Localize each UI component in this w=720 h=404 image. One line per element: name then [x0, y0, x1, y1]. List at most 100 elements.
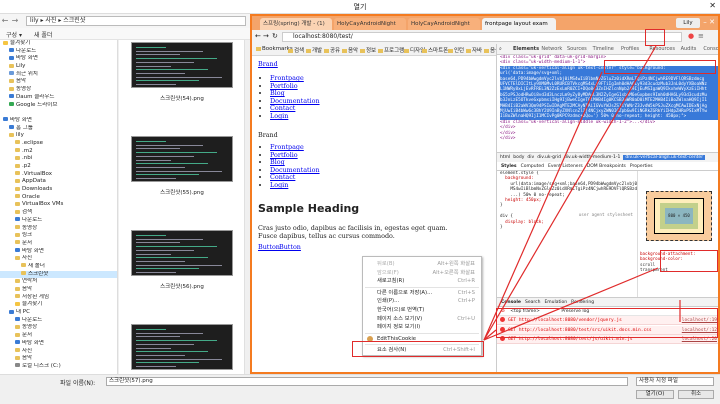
button-link-1[interactable]: Button	[258, 243, 280, 252]
breadcrumb-item[interactable]: div.uk-vertical-align.uk-text-center	[623, 155, 706, 160]
tree-item[interactable]: 바탕 화면	[0, 340, 117, 348]
devtools-tab-timeline[interactable]: Timeline	[593, 46, 614, 52]
tree-item[interactable]: 연락처	[0, 278, 117, 286]
back-arrow-icon[interactable]: ←	[0, 14, 10, 28]
styles-subtab[interactable]: Properties	[630, 164, 653, 169]
menu-item[interactable]: 인쇄(P)... Ctrl+P	[377, 297, 479, 305]
devtools-tab-resources[interactable]: Resources	[649, 46, 675, 52]
drawer-tab[interactable]: Emulation	[544, 300, 567, 305]
forward-icon[interactable]: →	[263, 32, 269, 40]
tree-item[interactable]: 스크린샷	[0, 270, 117, 279]
tree-item[interactable]: .VirtualBox	[0, 171, 117, 179]
tree-item[interactable]: 음악	[0, 78, 117, 86]
inspect-icon[interactable]: ⌕	[499, 46, 502, 52]
browser-tab[interactable]: HolyCayAndroidNight	[334, 18, 406, 30]
nav-link-login[interactable]: Login	[270, 112, 288, 120]
bookmark-item[interactable]: 인턴	[448, 46, 464, 54]
forward-arrow-icon[interactable]: →	[10, 14, 20, 28]
file-name[interactable]: 스크린샷(54).png	[131, 94, 233, 102]
tree-item[interactable]: 로컬 디스크 (C:)	[0, 363, 117, 371]
tree-item[interactable]: .nbi	[0, 155, 117, 163]
tree-item[interactable]: 문서	[0, 332, 117, 340]
tree-item[interactable]: VirtualBox VMs	[0, 201, 117, 209]
bookmark-item[interactable]: 개발	[306, 46, 322, 54]
tree-item[interactable]: 사진	[0, 348, 117, 356]
close-icon[interactable]: ✕	[709, 1, 716, 10]
open-button[interactable]: 열기(O)	[636, 390, 674, 399]
bookmark-item[interactable]: 자바	[466, 46, 482, 54]
tree-item[interactable]: .m2	[0, 148, 117, 156]
tree-item[interactable]: 새 폴더	[0, 263, 117, 271]
tree-item[interactable]: 저장된 게임	[0, 294, 117, 302]
brand-link[interactable]: Brand	[258, 60, 278, 69]
tree-item[interactable]: 다운로드	[0, 217, 117, 225]
tree-item[interactable]: 즐겨찾기	[0, 301, 117, 309]
file-thumbnail[interactable]	[131, 136, 233, 182]
tree-item[interactable]: .eclipse	[0, 140, 117, 148]
profile-badge[interactable]: Lily	[676, 18, 700, 28]
devtools-tab-network[interactable]: Network	[541, 46, 562, 52]
tree-item[interactable]: .p2	[0, 163, 117, 171]
devtools-tab-profiles[interactable]: Profiles	[621, 46, 639, 52]
menu-item[interactable]: 페이지 정보 보기(I)	[377, 323, 479, 331]
tree-item[interactable]: Google 드라이브	[0, 102, 117, 110]
menu-item[interactable]: 페이지 소스 보기(V) Ctrl+U	[377, 315, 479, 323]
minimize-icon[interactable]: –	[702, 17, 708, 27]
tree-item[interactable]: 동영상	[0, 324, 117, 332]
organize-button[interactable]: 구성 ▾	[6, 30, 22, 39]
tree-item[interactable]: 다운로드	[0, 48, 117, 56]
drawer-tab[interactable]: Search	[525, 300, 540, 305]
tree-item[interactable]: Lily	[0, 63, 117, 71]
tree-item[interactable]: 문서	[0, 240, 117, 248]
tree-item[interactable]: Daum 클라우드	[0, 94, 117, 102]
tree-item[interactable]: 동영상	[0, 86, 117, 94]
devtools-tab-sources[interactable]: Sources	[567, 46, 587, 52]
breadcrumb-item[interactable]: div.uk-grid	[537, 155, 561, 160]
back-icon[interactable]: ←	[255, 32, 261, 40]
tree-item[interactable]: 바탕 화면	[0, 55, 117, 63]
bookmark-item[interactable]: 검색	[288, 46, 304, 54]
styles-subtab[interactable]: Event Listeners	[548, 164, 583, 169]
button-link-2[interactable]: Button	[279, 243, 301, 252]
tree-item[interactable]: AppData	[0, 178, 117, 186]
file-thumbnail[interactable]	[131, 42, 233, 88]
dom-node-line[interactable]: b3JnLzE5OTkveGxpbmsiIHg9IjBweCIgeT0iMHB4…	[500, 98, 718, 104]
new-folder-button[interactable]: 새 폴더	[34, 30, 52, 39]
tree-item[interactable]: 홈 그룹	[0, 125, 117, 133]
reload-icon[interactable]: ↻	[272, 32, 278, 40]
styles-subtab[interactable]: Computed	[521, 164, 544, 169]
bookmark-item[interactable]: 프로그램	[378, 46, 404, 54]
breadcrumb-item[interactable]: html	[500, 155, 510, 160]
drawer-tab[interactable]: Rendering	[571, 300, 594, 305]
tree-item[interactable]: 음악	[0, 286, 117, 294]
filetype-select[interactable]: 사용자 지정 파일	[636, 377, 714, 386]
path-segment[interactable]: 사진	[45, 17, 56, 24]
filename-input[interactable]: 스크린샷(57).png	[106, 377, 628, 386]
tree-item[interactable]: 즐겨찾기	[0, 40, 117, 48]
devtools-tab-console[interactable]: Console	[703, 46, 718, 52]
menu-item[interactable]: 한국어(으)로 번역(T)	[377, 306, 479, 314]
bookmark-item[interactable]: 음악	[342, 46, 358, 54]
breadcrumb-item[interactable]: body	[513, 155, 524, 160]
path-box[interactable]: lily ▸ 사진 ▸ 스크린샷	[26, 16, 246, 26]
path-segment[interactable]: lily	[30, 17, 39, 24]
tree-item[interactable]: 링크	[0, 232, 117, 240]
tree-item[interactable]: 음악	[0, 355, 117, 363]
bookmark-item[interactable]: 공유	[324, 46, 340, 54]
file-name[interactable]: 스크린샷(56).png	[131, 282, 233, 290]
tree-item[interactable]: 다운로드	[0, 317, 117, 325]
settings-icon[interactable]: ≡	[698, 32, 704, 40]
styles-subtab[interactable]: DOM Breakpoints	[587, 164, 626, 169]
breadcrumb-item[interactable]: div	[527, 155, 534, 160]
url-input[interactable]: localhost:8080/test/	[282, 32, 682, 42]
tree-item[interactable]: Oracle	[0, 194, 117, 202]
cancel-button[interactable]: 취소	[678, 390, 714, 399]
menu-item[interactable]: 새로고침(R) Ctrl+R	[377, 277, 479, 285]
dom-node-line[interactable]: </div>	[500, 136, 718, 141]
tree-item[interactable]: 동영상	[0, 225, 117, 233]
tree-item[interactable]: Downloads	[0, 186, 117, 194]
devtools-tab-elements[interactable]: Elements	[513, 46, 539, 52]
file-thumbnail[interactable]	[131, 324, 233, 370]
browser-tab[interactable]: 스프링(spring) 개발 - (1)	[260, 18, 332, 30]
tree-item[interactable]: 사진	[0, 255, 117, 263]
